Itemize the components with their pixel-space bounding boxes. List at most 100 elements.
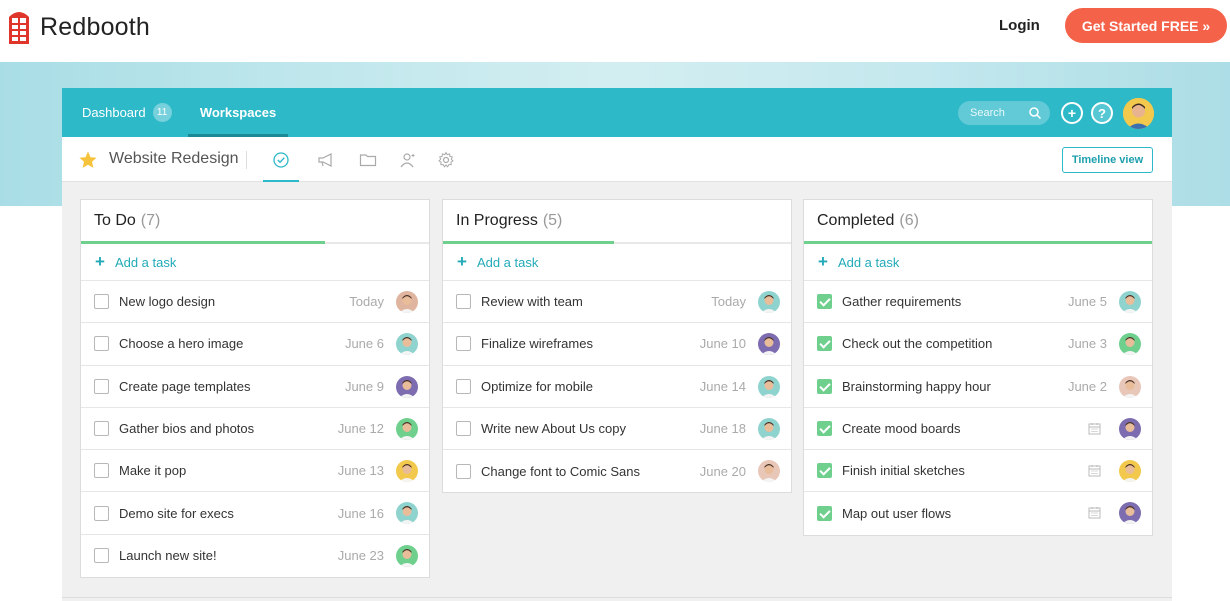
task-checkbox[interactable] xyxy=(817,463,832,479)
task-checkbox[interactable] xyxy=(817,378,832,394)
task-row[interactable]: Finish initial sketches xyxy=(804,450,1152,493)
assignee-avatar[interactable] xyxy=(396,333,418,356)
task-checkbox[interactable] xyxy=(456,294,471,310)
task-due-date: June 16 xyxy=(337,505,384,521)
assignee-avatar[interactable] xyxy=(1119,333,1141,356)
task-row[interactable]: Optimize for mobile June 14 xyxy=(443,366,791,408)
task-checkbox[interactable] xyxy=(456,463,471,479)
timeline-view-button[interactable]: Timeline view xyxy=(1062,147,1153,173)
task-row[interactable]: Gather requirements June 5 xyxy=(804,281,1152,324)
task-row[interactable]: Create mood boards xyxy=(804,408,1152,451)
user-avatar[interactable] xyxy=(1123,98,1154,129)
tab-people[interactable] xyxy=(390,137,426,182)
login-link[interactable]: Login xyxy=(999,17,1040,34)
task-checkbox[interactable] xyxy=(94,378,109,394)
task-column: Completed (6) + Add a task Gather requiremen… xyxy=(803,199,1153,536)
task-checkbox[interactable] xyxy=(94,336,109,352)
column-count: (6) xyxy=(899,212,919,229)
star-icon[interactable] xyxy=(78,150,98,170)
people-icon xyxy=(400,152,415,167)
column-progress-bar xyxy=(443,241,614,244)
tab-tasks[interactable] xyxy=(263,137,299,182)
redbooth-logo[interactable]: Redbooth xyxy=(6,9,150,45)
tab-workspaces[interactable]: Workspaces xyxy=(188,88,288,137)
task-name: Launch new site! xyxy=(119,548,217,564)
tab-dashboard-label: Dashboard xyxy=(82,105,146,120)
task-row[interactable]: Choose a hero image June 6 xyxy=(81,323,429,366)
calendar-icon[interactable] xyxy=(1088,422,1101,435)
task-row[interactable]: Change font to Comic Sans June 20 xyxy=(443,450,791,492)
task-name: Check out the competition xyxy=(842,336,993,352)
task-checkbox[interactable] xyxy=(817,294,832,310)
assignee-avatar[interactable] xyxy=(396,460,418,483)
assignee-avatar[interactable] xyxy=(1119,460,1141,483)
task-row[interactable]: Check out the competition June 3 xyxy=(804,323,1152,366)
column-progress-bar xyxy=(804,241,1152,244)
task-checkbox[interactable] xyxy=(456,378,471,394)
assignee-avatar[interactable] xyxy=(758,460,780,483)
column-title: To Do xyxy=(94,212,136,229)
assignee-avatar[interactable] xyxy=(1119,417,1141,440)
search-icon[interactable] xyxy=(1028,106,1042,120)
tab-files[interactable] xyxy=(350,137,386,182)
task-row[interactable]: Launch new site! June 23 xyxy=(81,535,429,577)
task-checkbox[interactable] xyxy=(456,336,471,352)
assignee-avatar[interactable] xyxy=(396,417,418,440)
calendar-icon[interactable] xyxy=(1088,506,1101,519)
assignee-avatar[interactable] xyxy=(758,333,780,356)
assignee-avatar[interactable] xyxy=(758,417,780,440)
task-row[interactable]: New logo design Today xyxy=(81,281,429,324)
assignee-avatar[interactable] xyxy=(396,502,418,525)
task-checkbox[interactable] xyxy=(817,421,832,437)
task-checkbox[interactable] xyxy=(94,505,109,521)
add-task-label: Add a task xyxy=(114,254,177,270)
task-row[interactable]: Demo site for execs June 16 xyxy=(81,492,429,535)
assignee-avatar[interactable] xyxy=(1119,502,1141,525)
board-bottom-border xyxy=(62,597,1172,598)
column-title: Completed xyxy=(817,212,895,229)
add-task-button[interactable]: + Add a task xyxy=(804,244,1152,281)
task-row[interactable]: Write new About Us copy June 18 xyxy=(443,408,791,451)
assignee-avatar[interactable] xyxy=(396,291,418,313)
add-icon[interactable]: + xyxy=(1061,102,1083,124)
task-name: Demo site for execs xyxy=(119,505,234,521)
add-task-button[interactable]: + Add a task xyxy=(81,244,429,281)
assignee-avatar[interactable] xyxy=(758,375,780,398)
task-name: Finish initial sketches xyxy=(842,463,965,479)
task-due-date: June 9 xyxy=(344,378,384,394)
task-checkbox[interactable] xyxy=(94,548,109,564)
task-row[interactable]: Create page templates June 9 xyxy=(81,366,429,408)
get-started-button[interactable]: Get Started FREE » xyxy=(1065,8,1227,43)
task-checkbox[interactable] xyxy=(94,463,109,479)
task-row[interactable]: Make it pop June 13 xyxy=(81,450,429,493)
task-row[interactable]: Map out user flows xyxy=(804,492,1152,534)
search-input[interactable] xyxy=(970,107,1028,119)
divider xyxy=(246,151,247,169)
help-icon[interactable]: ? xyxy=(1091,102,1113,124)
column-progress-bar xyxy=(81,241,325,244)
task-row[interactable]: Review with team Today xyxy=(443,281,791,324)
add-task-button[interactable]: + Add a task xyxy=(443,244,791,281)
task-name: Change font to Comic Sans xyxy=(481,463,640,479)
assignee-avatar[interactable] xyxy=(396,544,418,567)
assignee-avatar[interactable] xyxy=(1119,291,1141,313)
task-checkbox[interactable] xyxy=(94,294,109,310)
task-checkbox[interactable] xyxy=(817,506,832,522)
task-name: Make it pop xyxy=(119,463,187,479)
assignee-avatar[interactable] xyxy=(396,375,418,398)
task-checkbox[interactable] xyxy=(456,421,471,437)
task-due-date: June 5 xyxy=(1067,294,1107,310)
task-checkbox[interactable] xyxy=(94,421,109,437)
task-row[interactable]: Brainstorming happy hour June 2 xyxy=(804,366,1152,408)
tab-dashboard[interactable]: Dashboard 11 xyxy=(82,88,172,137)
assignee-avatar[interactable] xyxy=(758,291,780,313)
brand-name: Redbooth xyxy=(40,12,151,41)
calendar-icon[interactable] xyxy=(1088,464,1101,477)
task-row[interactable]: Gather bios and photos June 12 xyxy=(81,408,429,451)
task-due-date: June 14 xyxy=(699,378,746,394)
tab-conversations[interactable] xyxy=(308,137,344,182)
task-row[interactable]: Finalize wireframes June 10 xyxy=(443,323,791,366)
tab-settings[interactable] xyxy=(428,137,464,182)
task-checkbox[interactable] xyxy=(817,336,832,352)
assignee-avatar[interactable] xyxy=(1119,375,1141,398)
